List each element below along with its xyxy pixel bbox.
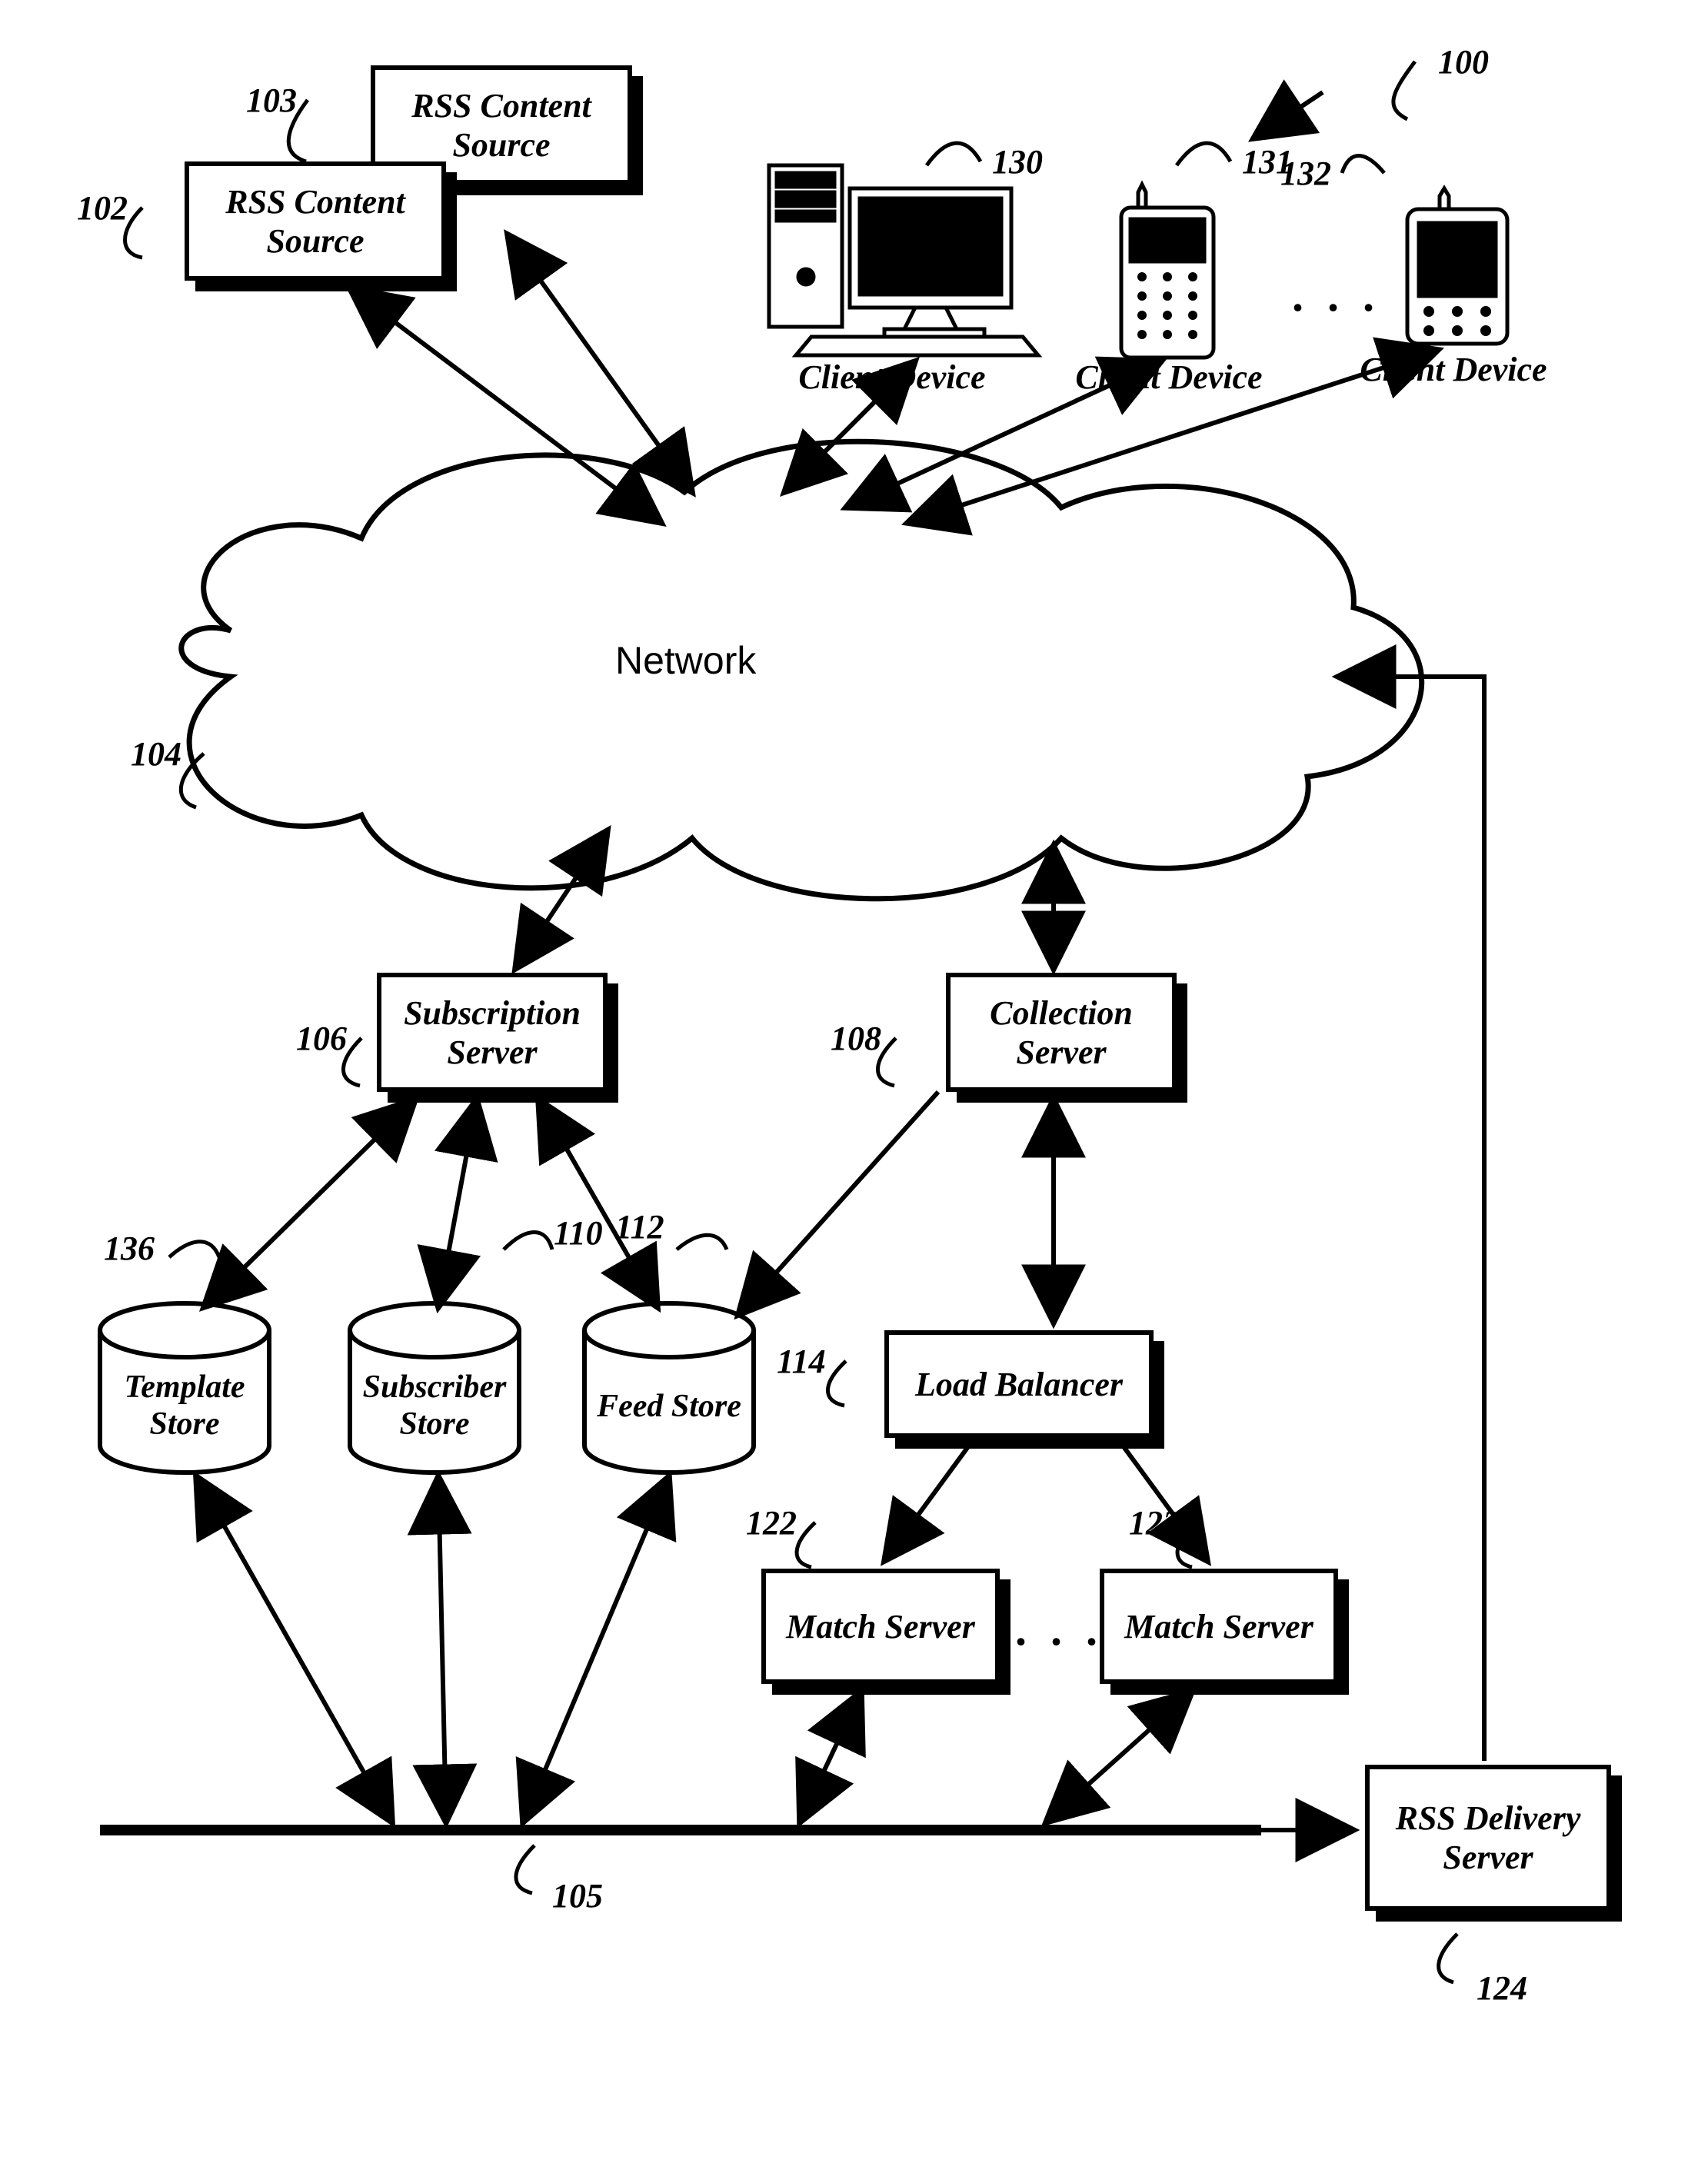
template-store-label: Template Store bbox=[112, 1369, 258, 1443]
match-server-ellipsis: . . . bbox=[1015, 1603, 1104, 1656]
rss-content-source-2-label: RSS Content Source bbox=[381, 86, 621, 165]
load-balancer-label: Load Balancer bbox=[895, 1365, 1143, 1404]
client-device-phone-icon bbox=[1121, 185, 1214, 358]
match-server-box-2: Match Server bbox=[1100, 1569, 1338, 1684]
match-server-box-1: Match Server bbox=[761, 1569, 1000, 1684]
ref-106: 106 bbox=[296, 1019, 347, 1058]
rss-delivery-server-label: RSS Delivery Server bbox=[1376, 1799, 1600, 1877]
ref-130: 130 bbox=[992, 142, 1043, 181]
ref-136: 136 bbox=[104, 1229, 155, 1268]
ref-123: 123 bbox=[1129, 1503, 1180, 1542]
ref-100: 100 bbox=[1438, 42, 1489, 82]
client-device-1-label: Client Device bbox=[769, 358, 1015, 397]
rss-content-source-1-label: RSS Content Source bbox=[195, 182, 435, 261]
ref-132: 132 bbox=[1280, 154, 1331, 193]
rss-content-source-box-1: RSS Content Source bbox=[185, 161, 446, 281]
client-device-desktop-icon bbox=[769, 165, 1038, 355]
subscriber-store-label: Subscriber Store bbox=[354, 1369, 515, 1443]
collection-server-label: Collection Server bbox=[957, 993, 1166, 1072]
load-balancer-box: Load Balancer bbox=[884, 1330, 1154, 1438]
network-cloud bbox=[181, 441, 1422, 899]
ref-122: 122 bbox=[746, 1503, 797, 1542]
diagram-canvas: RSS Content Source RSS Content Source Ne… bbox=[0, 0, 1708, 2183]
client-device-3-label: Client Device bbox=[1346, 350, 1561, 389]
client-device-ellipsis: . . . bbox=[1292, 269, 1380, 322]
ref-114: 114 bbox=[777, 1342, 826, 1381]
match-server-2-label: Match Server bbox=[1110, 1607, 1327, 1646]
client-device-pda-icon bbox=[1407, 188, 1507, 344]
ref-105: 105 bbox=[552, 1876, 603, 1915]
subscription-server-box: Subscription Server bbox=[377, 973, 608, 1092]
client-device-2-label: Client Device bbox=[1061, 358, 1277, 397]
ref-112: 112 bbox=[615, 1207, 664, 1246]
feed-store-label: Feed Store bbox=[592, 1388, 746, 1425]
ref-104: 104 bbox=[131, 734, 181, 774]
match-server-1-label: Match Server bbox=[772, 1607, 989, 1646]
network-label: Network bbox=[615, 638, 756, 683]
ref-103: 103 bbox=[246, 81, 297, 120]
ref-108: 108 bbox=[831, 1019, 881, 1058]
ref-102: 102 bbox=[77, 188, 128, 228]
collection-server-box: Collection Server bbox=[946, 973, 1177, 1092]
ref-110: 110 bbox=[554, 1213, 603, 1253]
rss-delivery-server-box: RSS Delivery Server bbox=[1365, 1765, 1611, 1911]
ref-124: 124 bbox=[1477, 1968, 1527, 2008]
subscription-server-label: Subscription Server bbox=[388, 993, 597, 1072]
